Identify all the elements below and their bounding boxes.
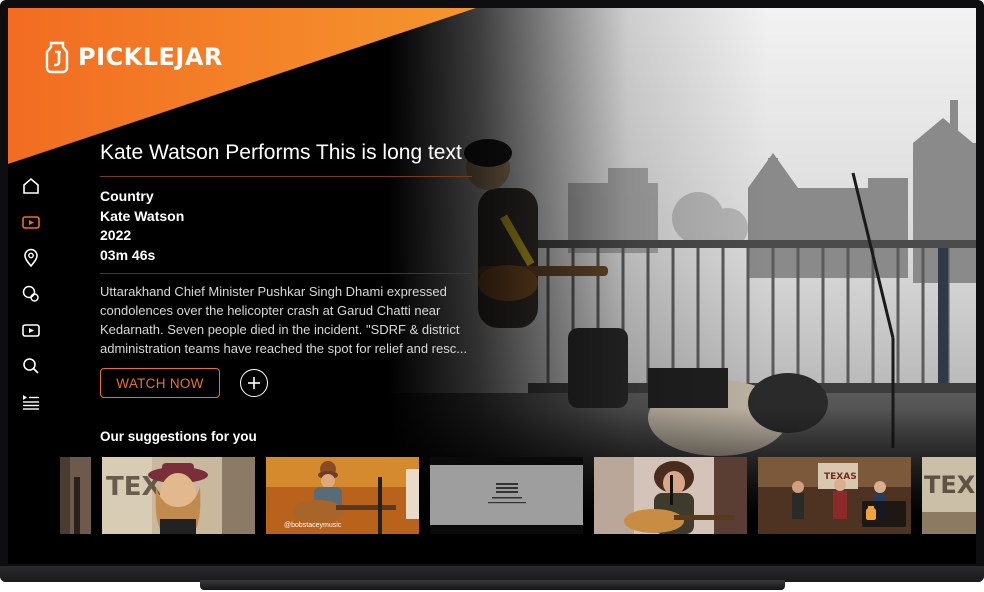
- suggestion-card[interactable]: [430, 457, 583, 534]
- search-icon: [23, 358, 39, 374]
- suggestion-card[interactable]: [594, 457, 747, 534]
- svg-text:TEX: TEX: [924, 471, 976, 499]
- nav-venues[interactable]: [19, 248, 43, 268]
- featured-actions: WATCH NOW: [100, 368, 472, 398]
- featured-details: Kate Watson Performs This is long text C…: [100, 140, 472, 398]
- tv-screen: PICKLEJAR Kate Watson Performs This is l…: [8, 8, 976, 564]
- suggestion-card[interactable]: TEX: [922, 457, 976, 534]
- playlist-icon: [23, 395, 39, 410]
- location-pin-icon: [24, 248, 38, 268]
- suggestion-thumbnail: [60, 457, 91, 534]
- featured-description: Uttarakhand Chief Minister Pushkar Singh…: [100, 284, 468, 356]
- add-to-list-button[interactable]: [240, 369, 268, 397]
- nav-playlist[interactable]: [19, 392, 43, 412]
- nav-home[interactable]: [19, 176, 43, 196]
- nav-videos[interactable]: [19, 212, 43, 232]
- suggestions-row: TEX @bobstaceymusic TEXAS TEX: [8, 457, 976, 535]
- genres-icon: [22, 285, 39, 302]
- brand-name: PICKLEJAR: [78, 43, 223, 71]
- suggestions-heading: Our suggestions for you: [100, 429, 257, 444]
- home-icon: [23, 177, 39, 194]
- nav-play[interactable]: [19, 320, 43, 340]
- video-icon: [22, 216, 40, 229]
- nav-genres[interactable]: [19, 284, 43, 304]
- side-nav: [18, 176, 44, 412]
- featured-meta: Country Kate Watson 2022 03m 46s: [100, 187, 472, 274]
- suggestion-caption: @bobstaceymusic: [284, 522, 342, 529]
- suggestion-thumbnail: @bobstaceymusic: [266, 457, 419, 534]
- suggestion-thumbnail: TEXAS: [758, 457, 911, 534]
- picklejar-watermark-logo: [862, 501, 906, 527]
- plus-icon: [248, 377, 260, 389]
- watch-now-button[interactable]: WATCH NOW: [100, 368, 220, 398]
- featured-genre: Country: [100, 188, 154, 204]
- suggestion-card[interactable]: TEXAS: [758, 457, 911, 534]
- suggestion-card[interactable]: TEX: [102, 457, 255, 534]
- nav-search[interactable]: [19, 356, 43, 376]
- jar-icon: [45, 41, 69, 74]
- featured-year: 2022: [100, 227, 132, 243]
- suggestion-thumbnail: [430, 457, 583, 534]
- suggestion-card[interactable]: [60, 457, 91, 534]
- picklejar-logo: PICKLEJAR: [42, 40, 223, 74]
- play-icon: [22, 324, 40, 337]
- tv-stand: [200, 580, 785, 590]
- featured-title: Kate Watson Performs This is long text: [100, 140, 472, 177]
- featured-artist: Kate Watson: [100, 207, 185, 224]
- suggestion-thumbnail: TEX: [922, 457, 976, 534]
- suggestion-thumbnail: TEX: [102, 457, 255, 534]
- featured-duration: 03m 46s: [100, 246, 156, 263]
- suggestion-card[interactable]: @bobstaceymusic: [266, 457, 419, 534]
- suggestion-thumbnail: [594, 457, 747, 534]
